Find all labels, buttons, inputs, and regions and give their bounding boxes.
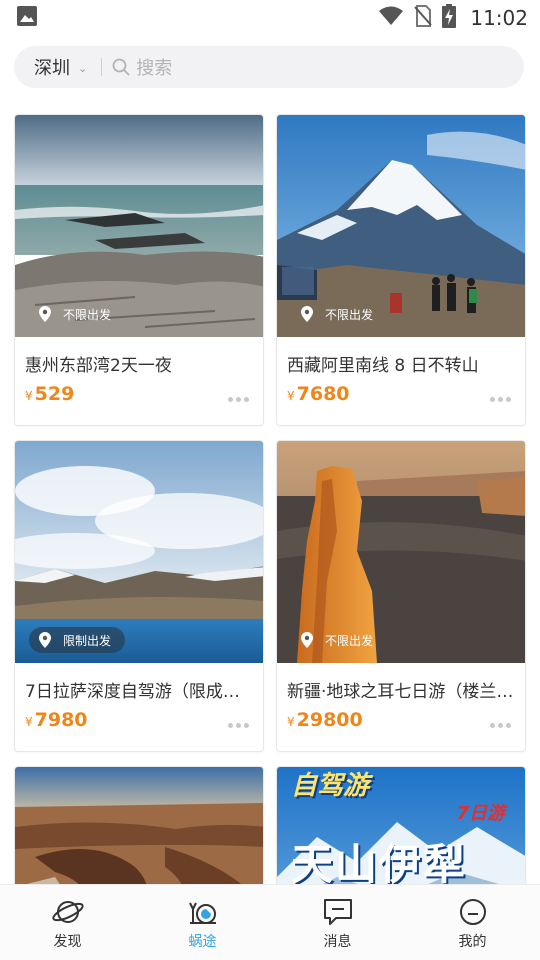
currency-symbol: ¥	[25, 389, 33, 403]
tab-messages[interactable]: 消息	[270, 885, 405, 960]
location-pin-icon	[301, 632, 313, 648]
planet-icon	[51, 895, 85, 929]
trip-price: ¥ 7680	[287, 383, 350, 405]
trip-title: 新疆·地球之耳七日游（楼兰古城）	[287, 682, 515, 702]
departure-tag: 不限出发	[29, 301, 125, 327]
currency-symbol: ¥	[287, 389, 295, 403]
tab-label: 蜗途	[188, 934, 217, 950]
search-icon	[112, 58, 130, 76]
trip-card[interactable]: 不限出发 新疆·地球之耳七日游（楼兰古城） ¥ 29800	[276, 440, 526, 752]
battery-charging-icon	[442, 4, 457, 32]
trip-price: ¥ 529	[25, 383, 74, 405]
price-value: 29800	[296, 709, 363, 731]
location-pin-icon	[39, 632, 51, 648]
snail-icon	[186, 895, 220, 929]
departure-label: 限制出发	[63, 633, 112, 648]
more-options-icon[interactable]	[228, 723, 249, 728]
no-sim-icon	[414, 5, 433, 31]
departure-label: 不限出发	[325, 307, 374, 322]
search-input[interactable]: 搜索	[136, 54, 172, 80]
location-pin-icon	[301, 306, 313, 322]
wifi-icon	[378, 5, 404, 31]
message-icon	[322, 895, 354, 929]
currency-symbol: ¥	[25, 715, 33, 729]
banner-main-text: 天山伊犁	[291, 840, 468, 889]
profile-icon	[457, 895, 489, 929]
departure-tag: 限制出发	[29, 627, 126, 653]
trip-card[interactable]: 不限出发 西藏阿里南线 8 日不转山 ¥ 7680	[276, 114, 526, 426]
tab-label: 我的	[458, 934, 487, 950]
price-value: 7980	[34, 709, 88, 731]
tab-profile[interactable]: 我的	[405, 885, 540, 960]
price-value: 7680	[296, 383, 350, 405]
image-notification-icon	[16, 5, 38, 31]
search-bar[interactable]: 深圳 ⌄ 搜索	[14, 46, 524, 88]
trip-title: 7日拉萨深度自驾游（限成都出发）	[25, 682, 253, 702]
trip-title: 惠州东部湾2天一夜	[25, 356, 172, 376]
city-selector[interactable]: 深圳	[34, 54, 70, 80]
status-bar: 11:02	[0, 0, 540, 36]
trip-title: 西藏阿里南线 8 日不转山	[287, 356, 479, 376]
departure-label: 不限出发	[325, 633, 374, 648]
more-options-icon[interactable]	[228, 397, 249, 402]
trip-card[interactable]: 不限出发 惠州东部湾2天一夜 ¥ 529	[14, 114, 264, 426]
chevron-down-icon[interactable]: ⌄	[78, 62, 87, 75]
tab-label: 消息	[323, 934, 352, 950]
tab-discover[interactable]: 发现	[0, 885, 135, 960]
tab-label: 发现	[53, 934, 82, 950]
trip-photo-coast: 不限出发	[15, 115, 263, 337]
trip-photo-lake: 限制出发	[15, 441, 263, 663]
trip-photo-mountain: 不限出发	[277, 115, 525, 337]
bottom-nav: 发现 蜗途 消息 我的	[0, 884, 540, 960]
clock: 11:02	[470, 6, 528, 30]
price-value: 529	[34, 383, 75, 405]
trip-price: ¥ 29800	[287, 709, 363, 731]
departure-tag: 不限出发	[291, 627, 387, 653]
search-divider	[101, 58, 103, 76]
location-pin-icon	[39, 306, 51, 322]
more-options-icon[interactable]	[490, 723, 511, 728]
currency-symbol: ¥	[287, 715, 295, 729]
trip-photo-desert: 不限出发	[277, 441, 525, 663]
tab-trips[interactable]: 蜗途	[135, 885, 270, 960]
banner-days-text: 7日游	[456, 803, 505, 824]
trip-card[interactable]: 限制出发 7日拉萨深度自驾游（限成都出发） ¥ 7980	[14, 440, 264, 752]
departure-label: 不限出发	[63, 307, 112, 322]
more-options-icon[interactable]	[490, 397, 511, 402]
banner-top-text: 自驾游	[291, 771, 370, 801]
trip-price: ¥ 7980	[25, 709, 88, 731]
trip-grid: 不限出发 惠州东部湾2天一夜 ¥ 529 不限出发 西藏阿里南线 8 日不转山 …	[14, 114, 526, 906]
departure-tag: 不限出发	[291, 301, 387, 327]
